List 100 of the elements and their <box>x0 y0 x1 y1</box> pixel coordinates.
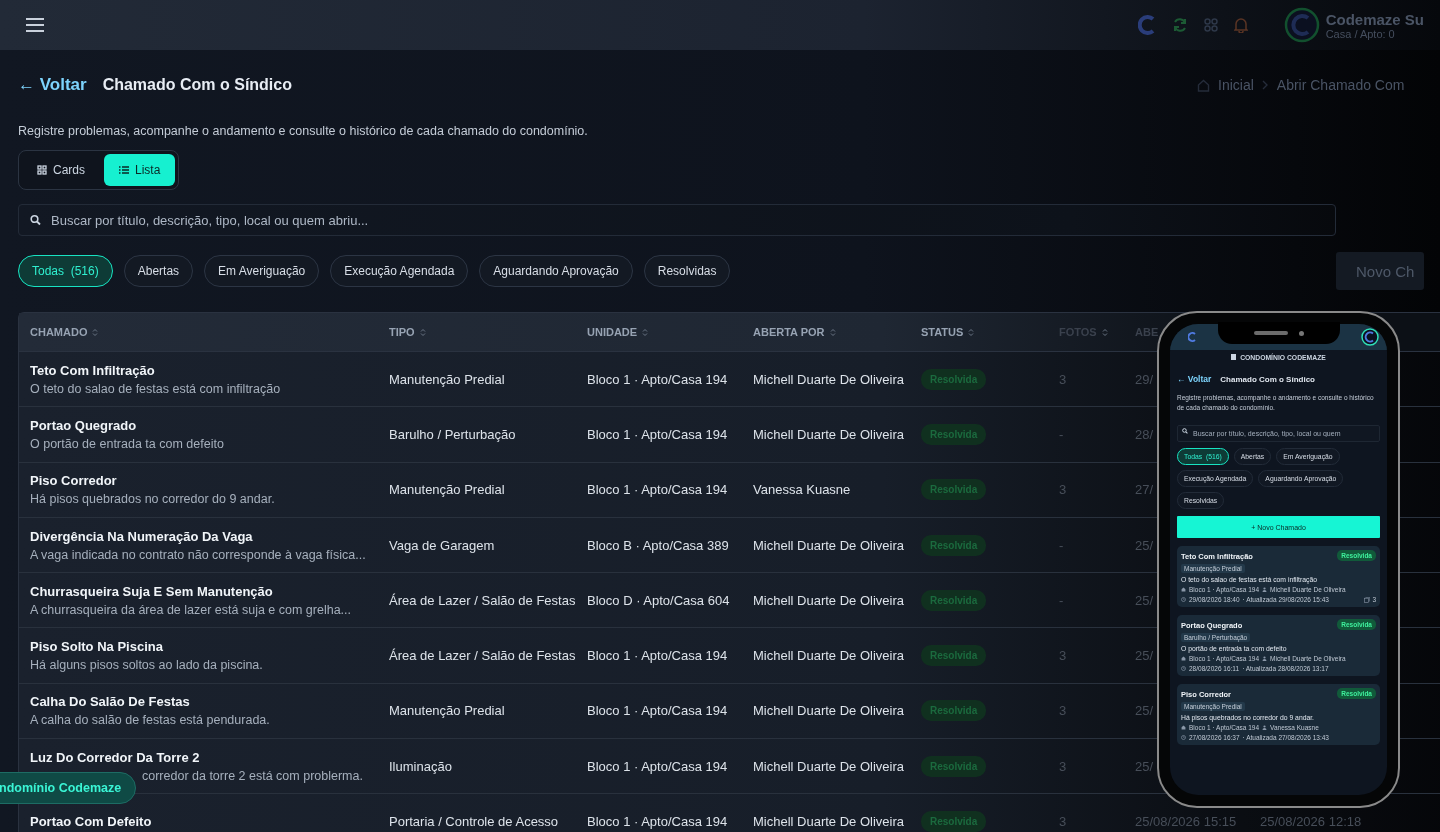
table-cell: - <box>1059 537 1064 553</box>
ticket-title[interactable]: Piso Corredor <box>30 473 389 489</box>
ticket-title[interactable]: Teto Com Infiltração <box>30 362 389 378</box>
page-title: Chamado Com o Síndico <box>1220 374 1315 384</box>
home-icon <box>1181 587 1186 592</box>
table-cell: 3 <box>1059 371 1067 387</box>
building-icon <box>1231 354 1237 360</box>
person-icon <box>1262 725 1268 730</box>
ticket-title[interactable]: Luz Do Corredor Da Torre 2 <box>30 749 389 765</box>
ticket-title[interactable]: Piso Solto Na Piscina <box>30 639 389 655</box>
ticket-title[interactable]: Divergência Na Numeração Da Vaga <box>30 528 389 544</box>
user-name: Codemaze Su <box>1325 10 1424 28</box>
table-cell: Vaga de Garagem <box>389 537 495 553</box>
table-cell: 27/ <box>1135 482 1154 498</box>
person-icon <box>1262 587 1268 592</box>
status-badge: Resolvida <box>921 479 987 501</box>
column-header[interactable]: TIPO <box>389 326 415 338</box>
filter-chip[interactable]: Abertas <box>123 255 194 287</box>
logo-icon <box>1137 15 1156 35</box>
table-cell: Michell Duarte De Oliveira <box>753 426 904 442</box>
home-icon <box>1181 656 1186 661</box>
ticket-title[interactable]: Calha Do Salão De Festas <box>30 694 389 710</box>
table-cell: Bloco B · Apto/Casa 389 <box>587 537 729 553</box>
view-tab[interactable]: Cards <box>22 154 100 186</box>
filter-chip[interactable]: Em Averiguação <box>204 255 320 287</box>
clock-icon <box>1181 666 1186 671</box>
table-cell: Michell Duarte De Oliveira <box>753 371 904 387</box>
ticket-title[interactable]: Churrasqueira Suja E Sem Manutenção <box>30 583 389 599</box>
table-cell: Bloco 1 · Apto/Casa 194 <box>587 814 728 829</box>
table-cell: 25/ <box>1135 758 1154 774</box>
ticket-description: O portão de entrada ta com defeito <box>30 436 225 451</box>
table-cell: - <box>1059 592 1064 608</box>
filter-chip[interactable]: Aguardando Aprovação <box>479 255 633 287</box>
ticket-description: Há alguns pisos soltos ao lado da piscina. <box>30 658 264 673</box>
status-badge: Resolvida <box>921 755 987 777</box>
ticket-title[interactable]: Portao Com Defeito <box>30 814 389 829</box>
sort-icon <box>92 327 99 337</box>
photos-icon <box>1364 596 1371 603</box>
table-cell: 29/ <box>1135 371 1154 387</box>
column-header[interactable]: UNIDADE <box>587 326 638 338</box>
status-badge: Resolvida <box>921 645 987 667</box>
clock-icon <box>1181 597 1186 602</box>
home-icon <box>1197 78 1210 92</box>
list-icon <box>119 165 129 175</box>
table-cell: 3 <box>1059 648 1067 664</box>
home-icon <box>1181 725 1186 730</box>
filter-chip[interactable]: Resolvidas <box>643 255 731 287</box>
status-badge: Resolvida <box>921 423 987 445</box>
grid-icon[interactable] <box>1203 18 1218 32</box>
table-cell: 25/ <box>1135 537 1154 553</box>
menu-icon[interactable] <box>26 18 44 32</box>
filter-chip[interactable]: Execução Agendada <box>330 255 469 287</box>
table-cell: Bloco D · Apto/Casa 604 <box>587 592 730 608</box>
table-cell: 3 <box>1059 703 1067 719</box>
page-description: Registre problemas, acompanhe o andamento e consulte o histórico de cada chamado do condomínio. <box>18 124 589 138</box>
table-cell: Área de Lazer / Salão de Festas <box>389 648 576 664</box>
table-cell: Michell Duarte De Oliveira <box>753 758 904 774</box>
search-field[interactable]: Buscar por título, descrição, tipo, local ou quem abriu... <box>18 204 1336 236</box>
table-cell: 25/ <box>1135 592 1154 608</box>
back-link[interactable]: ← Voltar <box>18 75 87 95</box>
status-badge: Resolvida <box>921 368 987 390</box>
table-cell: Área de Lazer / Salão de Festas <box>389 592 576 608</box>
table-cell: Bloco 1 · Apto/Casa 194 <box>587 426 728 442</box>
sort-icon <box>968 327 975 337</box>
table-cell: Michell Duarte De Oliveira <box>753 648 904 664</box>
status-badge: Resolvida <box>921 811 987 832</box>
table-cell: 25/ <box>1135 648 1154 664</box>
table-cell: Michell Duarte De Oliveira <box>753 814 904 829</box>
table-cell: 3 <box>1059 814 1067 829</box>
column-header[interactable]: STATUS <box>921 326 964 338</box>
ticket-description: O teto do salao de festas está com infiltração <box>30 381 282 396</box>
clock-icon <box>1181 735 1186 740</box>
sort-icon <box>829 327 836 337</box>
table-cell: - <box>1059 426 1064 442</box>
table-cell: 3 <box>1059 482 1067 498</box>
chevron-icon <box>1261 80 1269 90</box>
table-cell: 3 <box>1059 758 1067 774</box>
column-header[interactable]: CHAMADO <box>30 326 88 338</box>
bell-icon[interactable] <box>1233 17 1248 33</box>
table-cell: 25/08/2026 15:15 <box>1135 814 1237 829</box>
table-cell: Bloco 1 · Apto/Casa 194 <box>587 703 728 719</box>
brand-toast[interactable]: ndomínio Codemaze <box>0 772 137 804</box>
table-cell: Portaria / Controle de Acesso <box>389 814 559 829</box>
person-icon <box>1262 656 1268 661</box>
table-cell: Bloco 1 · Apto/Casa 194 <box>587 758 728 774</box>
sort-icon <box>419 327 426 337</box>
table-cell: Manutenção Predial <box>389 371 505 387</box>
table-cell: Bloco 1 · Apto/Casa 194 <box>587 648 728 664</box>
back-link[interactable]: ← Voltar <box>1177 374 1212 384</box>
status-badge: Resolvida <box>921 589 987 611</box>
column-header[interactable]: ABERTA POR <box>753 326 825 338</box>
table-cell: Michell Duarte De Oliveira <box>753 703 904 719</box>
table-cell: Barulho / Perturbação <box>389 426 516 442</box>
page-title: Chamado Com o Síndico <box>102 76 292 94</box>
ticket-description: A churrasqueira da área de lazer está suja e com grelha... <box>30 602 352 617</box>
refresh-icon[interactable] <box>1171 17 1188 33</box>
ticket-description: A calha do salão de festas está pendurada. <box>30 713 271 728</box>
ticket-title[interactable]: Portao Quegrado <box>30 417 389 433</box>
view-tab[interactable]: Lista <box>104 154 176 186</box>
filter-chip[interactable]: Todas (516) <box>18 255 113 287</box>
